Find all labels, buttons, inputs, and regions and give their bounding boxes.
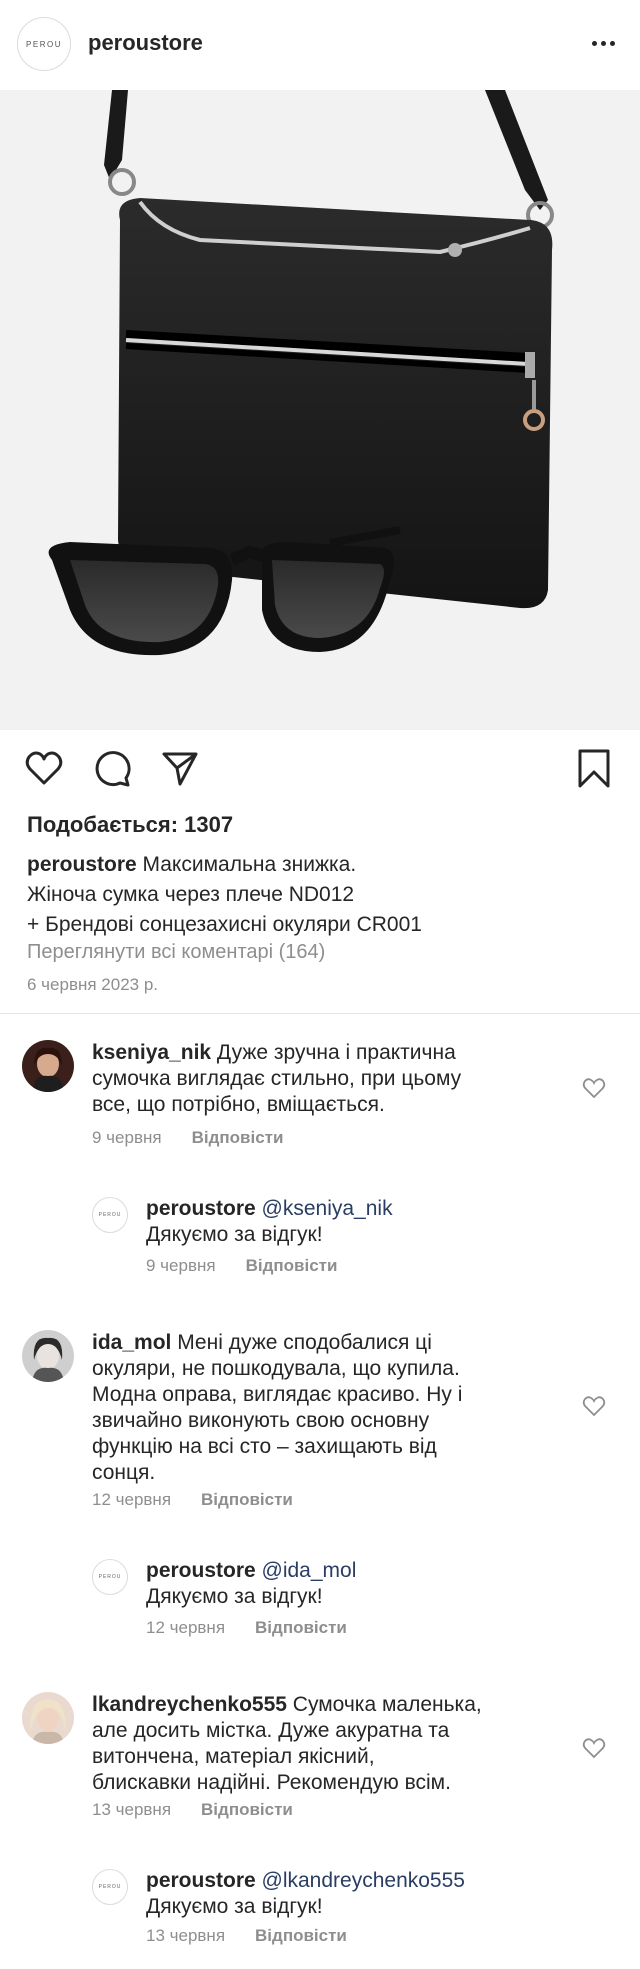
comment-line: все, що потрібно, вміщається. [92, 1093, 385, 1116]
reply-meta: 9 червня Відповісти [146, 1256, 337, 1276]
comment-username[interactable]: lkandreychenko555 [92, 1693, 287, 1716]
brand-avatar[interactable]: PEROU [17, 17, 71, 71]
comment-line: сумочка виглядає стильно, при цьому [92, 1067, 462, 1090]
post-caption: peroustore Максимальна знижка. Жіноча су… [27, 850, 617, 940]
reply-username[interactable]: peroustore [146, 1869, 256, 1892]
post-username[interactable]: peroustore [88, 30, 203, 56]
reply-mention[interactable]: @lkandreychenko555 [256, 1869, 465, 1892]
reply-username[interactable]: peroustore [146, 1197, 256, 1220]
reply-button[interactable]: Відповісти [192, 1128, 284, 1147]
comment-line: Мені дуже сподобалися ці [171, 1331, 432, 1354]
reply-avatar-text: PEROU [98, 1212, 122, 1218]
reply-button[interactable]: Відповісти [255, 1926, 347, 1945]
likes-count[interactable]: Подобається: 1307 [27, 812, 233, 838]
bag-and-sunglasses-illustration [48, 90, 554, 656]
reply-text: peroustore @kseniya_nik Дякуємо за відгу… [146, 1196, 596, 1248]
avatar[interactable] [22, 1040, 74, 1092]
reply-button[interactable]: Відповісти [201, 1490, 293, 1509]
caption-username[interactable]: peroustore [27, 853, 137, 876]
divider [0, 1013, 640, 1014]
reply-username[interactable]: peroustore [146, 1559, 256, 1582]
comment-text: ida_mol Мені дуже сподобалися ці окуляри… [92, 1330, 552, 1486]
like-comment-heart-icon[interactable] [582, 1394, 606, 1418]
comment-date: 13 червня [92, 1800, 172, 1819]
like-comment-heart-icon[interactable] [582, 1076, 606, 1100]
reply-mention[interactable]: @ida_mol [256, 1559, 357, 1582]
comment-username[interactable]: ida_mol [92, 1331, 171, 1354]
caption-line-1: Максимальна знижка. [136, 853, 357, 876]
brand-avatar-text: PEROU [26, 39, 62, 49]
comment-icon[interactable] [92, 748, 132, 788]
reply-text: peroustore @lkandreychenko555 Дякуємо за… [146, 1868, 616, 1920]
like-comment-heart-icon[interactable] [582, 1736, 606, 1760]
reply-date: 9 червня [146, 1256, 216, 1275]
heart-icon[interactable] [24, 748, 64, 788]
caption-line-3: + Брендові сонцезахисні окуляри CR001 [27, 913, 422, 936]
post-date: 6 червня 2023 р. [27, 975, 159, 994]
post-image[interactable] [0, 90, 640, 730]
comment-line: Сумочка маленька, [286, 1693, 482, 1716]
reply-date: 13 червня [146, 1926, 226, 1945]
comment-date: 12 червня [92, 1490, 172, 1509]
post-header: PEROU peroustore [0, 0, 640, 90]
reply-avatar-text: PEROU [98, 1884, 122, 1890]
reply-line: Дякуємо за відгук! [146, 1585, 323, 1608]
reply-mention[interactable]: @kseniya_nik [256, 1197, 393, 1220]
comment-meta: 13 червня Відповісти [92, 1800, 293, 1820]
comment-text: lkandreychenko555 Сумочка маленька, але … [92, 1692, 552, 1796]
comment-meta: 9 червня Відповісти [92, 1128, 283, 1148]
comment-meta: 12 червня Відповісти [92, 1490, 293, 1510]
reply-avatar[interactable]: PEROU [92, 1559, 128, 1595]
reply-text: peroustore @ida_mol Дякуємо за відгук! [146, 1558, 596, 1610]
avatar[interactable] [22, 1692, 74, 1744]
comment-line: блискавки надійні. Рекомендую всім. [92, 1771, 451, 1794]
reply-meta: 13 червня Відповісти [146, 1926, 347, 1946]
comment-line: Модна оправа, виглядає красиво. Ну і [92, 1383, 463, 1406]
reply-avatar[interactable]: PEROU [92, 1197, 128, 1233]
avatar[interactable] [22, 1330, 74, 1382]
comment-line: Дуже зручна і практична [211, 1041, 456, 1064]
view-all-comments-link[interactable]: Переглянути всі коментарі (164) [27, 941, 325, 964]
comment-username[interactable]: kseniya_nik [92, 1041, 211, 1064]
caption-line-2: Жіноча сумка через плече ND012 [27, 883, 355, 906]
comment-line: функцію на всі сто – захищають від [92, 1435, 437, 1458]
comment-date: 9 червня [92, 1128, 162, 1147]
reply-line: Дякуємо за відгук! [146, 1223, 323, 1246]
reply-line: Дякуємо за відгук! [146, 1895, 323, 1918]
comment-line: але досить містка. Дуже акуратна та [92, 1719, 450, 1742]
comment-line: звичайно виконують свою основну [92, 1409, 430, 1432]
reply-button[interactable]: Відповісти [201, 1800, 293, 1819]
reply-button[interactable]: Відповісти [255, 1618, 347, 1637]
reply-button[interactable]: Відповісти [246, 1256, 338, 1275]
bookmark-icon[interactable] [574, 748, 614, 788]
comment-line: сонця. [92, 1461, 156, 1484]
reply-date: 12 червня [146, 1618, 226, 1637]
reply-avatar[interactable]: PEROU [92, 1869, 128, 1905]
share-icon[interactable] [160, 748, 200, 788]
more-options-icon[interactable] [588, 28, 618, 58]
reply-meta: 12 червня Відповісти [146, 1618, 347, 1638]
comment-line: окуляри, не пошкодувала, що купила. [92, 1357, 460, 1380]
comment-text: kseniya_nik Дуже зручна і практична сумо… [92, 1040, 542, 1118]
reply-avatar-text: PEROU [98, 1574, 122, 1580]
comment-line: витончена, матеріал якісний, [92, 1745, 375, 1768]
